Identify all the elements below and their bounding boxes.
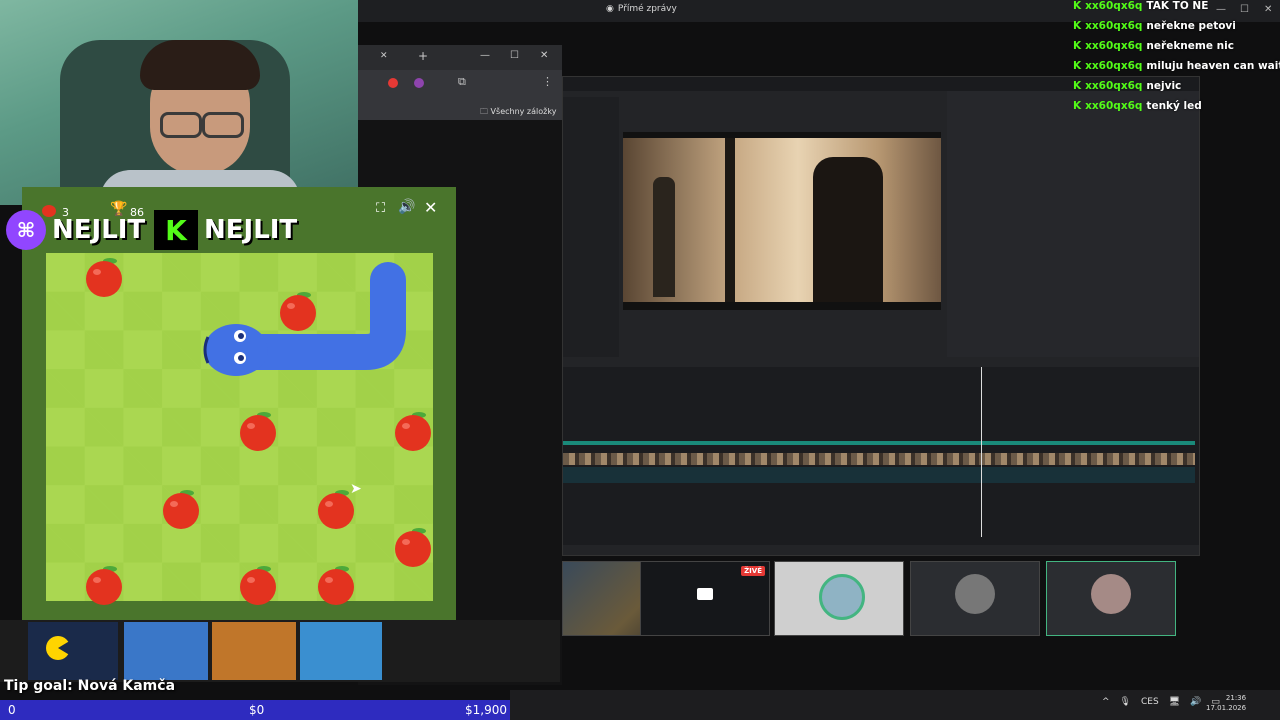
folder-icon: 🗀 [480, 107, 488, 116]
pacman-icon [46, 636, 70, 660]
game-thumbnail[interactable] [124, 622, 208, 680]
glasses [202, 112, 244, 138]
maximize-icon[interactable]: ☐ [1240, 4, 1249, 15]
tip-goal-title: Tip goal: Nová Kamča [4, 678, 176, 694]
extension-icon[interactable] [414, 78, 424, 88]
tip-goal-target: $1,900 [465, 703, 507, 717]
minimize-icon[interactable]: — [1216, 4, 1226, 15]
tip-goal-raised: $0 [249, 703, 265, 717]
mouse-cursor: ➤ [350, 481, 362, 497]
snake-game[interactable]: 3 🏆 86 ⛶ 🔊 ✕ ➤ [22, 187, 456, 620]
kick-badge: K NEJLIT [154, 210, 297, 250]
stream-thumbnail[interactable]: ŽIVĚ [640, 561, 770, 636]
figure-silhouette [653, 177, 675, 297]
avatar [819, 574, 865, 620]
tab-close-icon[interactable]: ✕ [380, 51, 388, 61]
screen-share-icon [697, 588, 713, 600]
apple [238, 563, 278, 605]
close-icon[interactable]: ✕ [540, 50, 548, 61]
kick-icon: K [154, 210, 198, 250]
video-track [563, 453, 1195, 465]
avatar [1091, 574, 1131, 614]
apple [161, 487, 201, 529]
discord-icon: ◉ [606, 4, 614, 14]
extension-icon[interactable] [388, 78, 398, 88]
glasses [160, 112, 202, 138]
apples-layer [46, 253, 433, 605]
apple [316, 563, 356, 605]
minimize-icon[interactable]: — [480, 50, 490, 61]
participant-tile[interactable] [910, 561, 1040, 636]
figure-silhouette [813, 157, 883, 302]
apple [84, 563, 124, 605]
menu-icon[interactable]: ⋮ [542, 75, 553, 88]
kick-icon: K [1073, 100, 1082, 112]
chat-message: K xx60qx6q neřekne petovi [1073, 20, 1236, 32]
audio-track [563, 441, 1195, 445]
taskbar-clock[interactable]: 21:36 17.01.2026 [1206, 693, 1246, 713]
game-thumbnail[interactable] [28, 622, 118, 680]
tip-goal-current: 0 [8, 703, 16, 717]
game-board[interactable] [46, 253, 433, 605]
game-thumbnail[interactable] [212, 622, 296, 680]
twitch-badge: ⌘ NEJLIT [6, 210, 145, 250]
webcam-feed [0, 0, 358, 205]
apple [238, 409, 278, 451]
chat-message: K xx60qx6q TAK TO NE [1073, 0, 1209, 12]
avatar [955, 574, 995, 614]
participant-tile[interactable] [774, 561, 904, 636]
game-thumbnails-strip [0, 620, 560, 682]
apple [84, 255, 124, 297]
extensions-icon[interactable]: ⧉ [458, 75, 466, 89]
all-bookmarks-link[interactable]: 🗀 Všechny záložky [480, 106, 556, 120]
chat-message: K xx60qx6q neřekneme nic [1073, 40, 1234, 52]
subtitle-track [563, 467, 1195, 483]
chat-message: K xx60qx6q nejvic [1073, 80, 1182, 92]
microphone-icon[interactable]: 🎙 [1120, 697, 1131, 707]
network-icon[interactable]: 🖥 [1169, 697, 1180, 707]
kick-icon: K [1073, 40, 1082, 52]
inspector-panel [947, 91, 1199, 357]
video-preview[interactable] [623, 132, 941, 310]
video-editor-window [562, 76, 1200, 556]
kick-icon: K [1073, 60, 1082, 72]
close-icon[interactable]: ✕ [1264, 4, 1272, 15]
discord-title: ◉ Přímé zprávy [606, 4, 677, 14]
new-tab-icon[interactable]: + [418, 49, 428, 63]
playhead[interactable] [981, 367, 982, 537]
close-icon[interactable]: ✕ [424, 198, 437, 217]
participant-tile[interactable] [1046, 561, 1176, 636]
apple [278, 289, 318, 331]
sound-icon[interactable]: 🔊 [398, 199, 415, 215]
door-frame [725, 138, 735, 302]
timeline-panel[interactable] [563, 367, 1199, 545]
fullscreen-icon[interactable]: ⛶ [376, 201, 385, 216]
hair [140, 40, 260, 90]
language-indicator[interactable]: CES [1141, 697, 1159, 707]
chat-message: K xx60qx6q tenký led [1073, 100, 1202, 112]
system-tray: ^ 🎙 CES 🖥 🔊 ▭ [1102, 697, 1220, 707]
kick-icon: K [1073, 20, 1082, 32]
browser-tab-strip: ✕ + — ☐ ✕ [358, 45, 562, 70]
apple [393, 409, 433, 451]
chevron-up-icon[interactable]: ^ [1102, 697, 1110, 707]
twitch-icon: ⌘ [6, 210, 46, 250]
kick-icon: K [1073, 80, 1082, 92]
kick-icon: K [1073, 0, 1082, 12]
game-thumbnail[interactable] [300, 622, 382, 680]
media-panel [563, 97, 619, 357]
apple [393, 525, 433, 567]
maximize-icon[interactable]: ☐ [510, 50, 519, 61]
volume-icon[interactable]: 🔊 [1190, 697, 1201, 707]
chat-message: K xx60qx6q miluju heaven can wait [1073, 60, 1280, 72]
